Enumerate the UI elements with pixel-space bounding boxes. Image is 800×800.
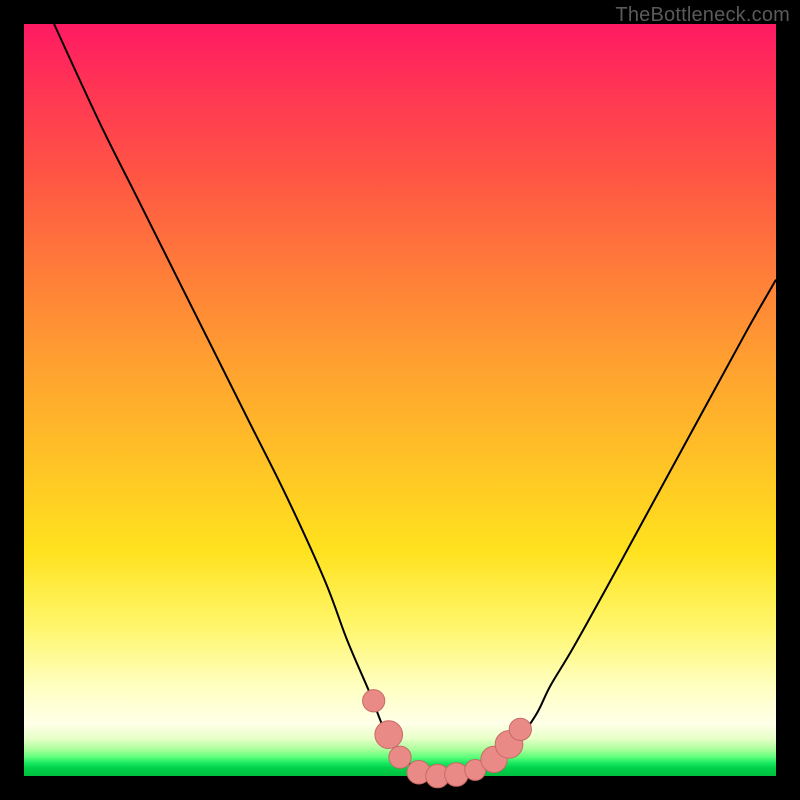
curve-marker (375, 721, 403, 749)
curve-marker (389, 746, 411, 768)
curve-marker (509, 718, 531, 740)
watermark-text: TheBottleneck.com (615, 4, 790, 27)
bottleneck-curve (54, 24, 776, 777)
chart-frame: TheBottleneck.com (0, 0, 800, 800)
curve-marker (445, 763, 469, 787)
curve-layer (24, 24, 776, 776)
curve-marker (363, 690, 385, 712)
